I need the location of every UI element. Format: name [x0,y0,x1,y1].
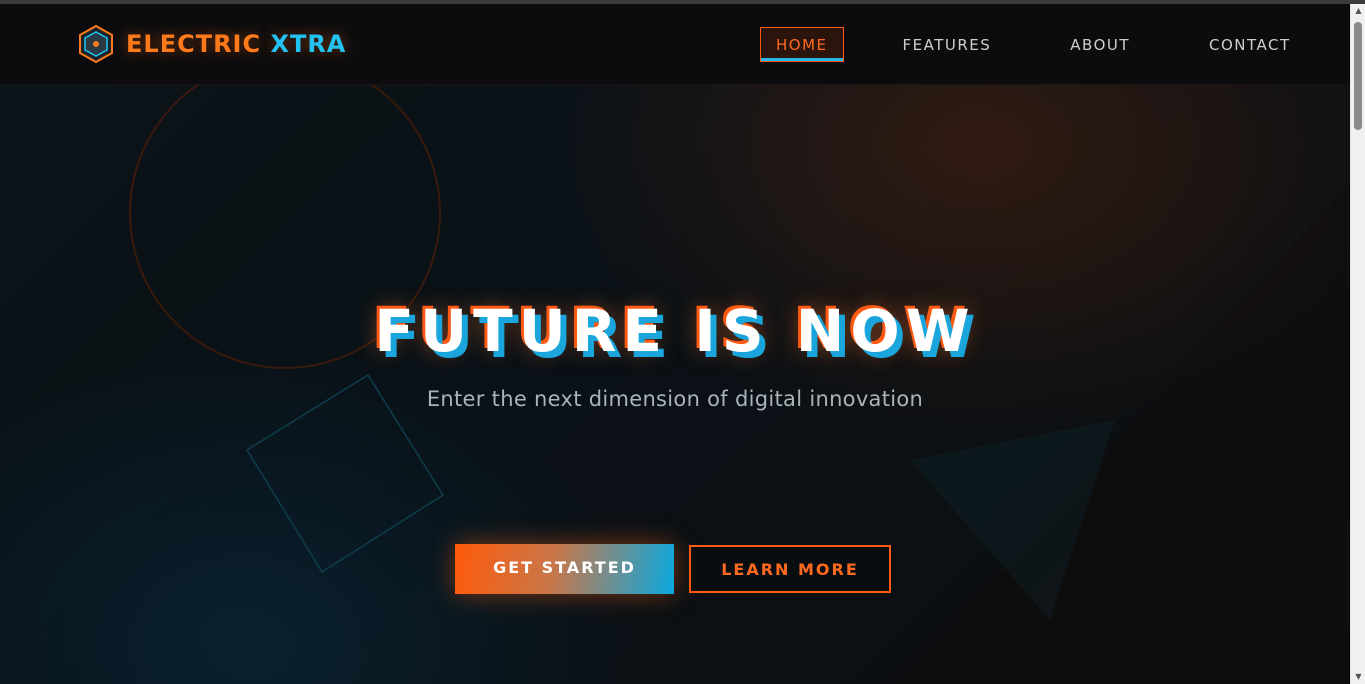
brand-word-xtra: XTRA [270,30,347,58]
page-scrollbar[interactable]: ▲ ▼ [1350,4,1365,684]
learn-more-button[interactable]: LEARN MORE [689,545,891,593]
nav-about[interactable]: ABOUT [1054,27,1146,62]
hero-title-wrap: FUTURE IS NOW [0,297,1350,365]
site-header: ELECTRIC XTRA HOME FEATURES ABOUT CONTAC… [0,4,1350,85]
brand-logo[interactable]: ELECTRIC XTRA [76,24,346,64]
browser-viewport: ELECTRIC XTRA HOME FEATURES ABOUT CONTAC… [0,0,1365,684]
hero-title: FUTURE IS NOW [374,297,976,365]
brand-name: ELECTRIC XTRA [126,30,346,58]
scrollbar-thumb[interactable] [1354,22,1362,130]
scroll-down-arrow-icon[interactable]: ▼ [1351,670,1365,684]
nav-contact[interactable]: CONTACT [1193,27,1307,62]
nav-features[interactable]: FEATURES [887,27,1008,62]
hero-section: FUTURE IS NOW Enter the next dimension o… [0,85,1350,684]
scroll-up-arrow-icon[interactable]: ▲ [1351,4,1365,18]
brand-word-electric: ELECTRIC [126,30,262,58]
main-nav: HOME FEATURES ABOUT CONTACT [760,27,1339,62]
hero-decorations [0,85,1350,684]
nav-home[interactable]: HOME [760,27,844,62]
hexagon-logo-icon [79,24,113,64]
hero-subtitle: Enter the next dimension of digital inno… [426,387,924,411]
get-started-button[interactable]: GET STARTED [455,544,674,594]
